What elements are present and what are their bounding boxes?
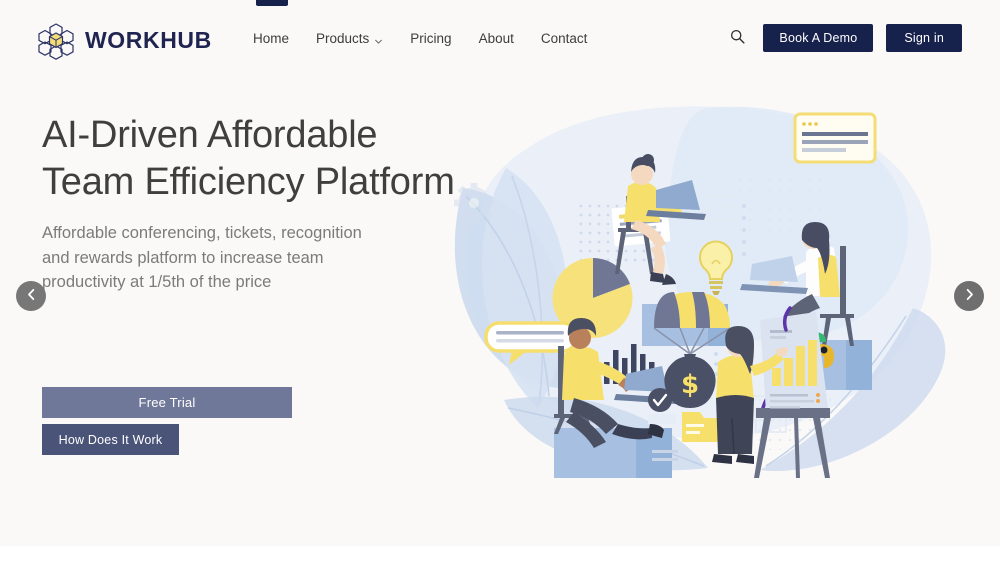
nav-item-products[interactable]: Products: [316, 31, 383, 46]
hero-subtitle: Affordable conferencing, tickets, recogn…: [42, 224, 362, 291]
chevron-left-icon: [25, 288, 38, 304]
header-actions: Book A Demo Sign in: [724, 24, 962, 52]
how-does-it-work-button[interactable]: How Does It Work: [42, 424, 179, 455]
carousel-prev-button[interactable]: [16, 281, 46, 311]
nav-item-home[interactable]: Home: [253, 31, 289, 46]
nav-item-label: Home: [253, 31, 290, 46]
nav-item-label: Pricing: [410, 31, 452, 46]
nav-item-label: Contact: [540, 31, 588, 46]
site-header: WORKHUB Home Products Pricing About Cont…: [0, 0, 1000, 80]
nav-item-pricing[interactable]: Pricing: [410, 31, 451, 46]
nav-item-about[interactable]: About: [479, 31, 514, 46]
nav-item-label: About: [478, 31, 514, 46]
chevron-down-icon: [374, 34, 383, 44]
cube-cluster-logo-icon: [36, 20, 76, 60]
main-navigation: Home Products Pricing About Contact: [253, 31, 587, 46]
brand-logo[interactable]: WORKHUB: [36, 20, 212, 60]
hero-illustration: $: [408, 78, 968, 480]
search-button[interactable]: [724, 25, 750, 51]
page-root: WORKHUB Home Products Pricing About Cont…: [0, 0, 1000, 563]
hero-cta-group: Free Trial How Does It Work: [42, 387, 292, 455]
nav-item-label: Products: [316, 31, 370, 46]
signin-button[interactable]: Sign in: [886, 24, 962, 52]
window-card-icon: [793, 112, 877, 164]
brand-name: WORKHUB: [85, 26, 212, 53]
page-title: AI-Driven Affordable Team Efficiency Pla…: [42, 114, 455, 203]
free-trial-button[interactable]: Free Trial: [42, 387, 292, 418]
book-demo-button[interactable]: Book A Demo: [763, 24, 874, 52]
hero-copy: AI-Driven Affordable Team Efficiency Pla…: [42, 112, 462, 295]
search-icon: [729, 28, 746, 48]
nav-item-contact[interactable]: Contact: [541, 31, 588, 46]
svg-text:$: $: [681, 370, 699, 400]
